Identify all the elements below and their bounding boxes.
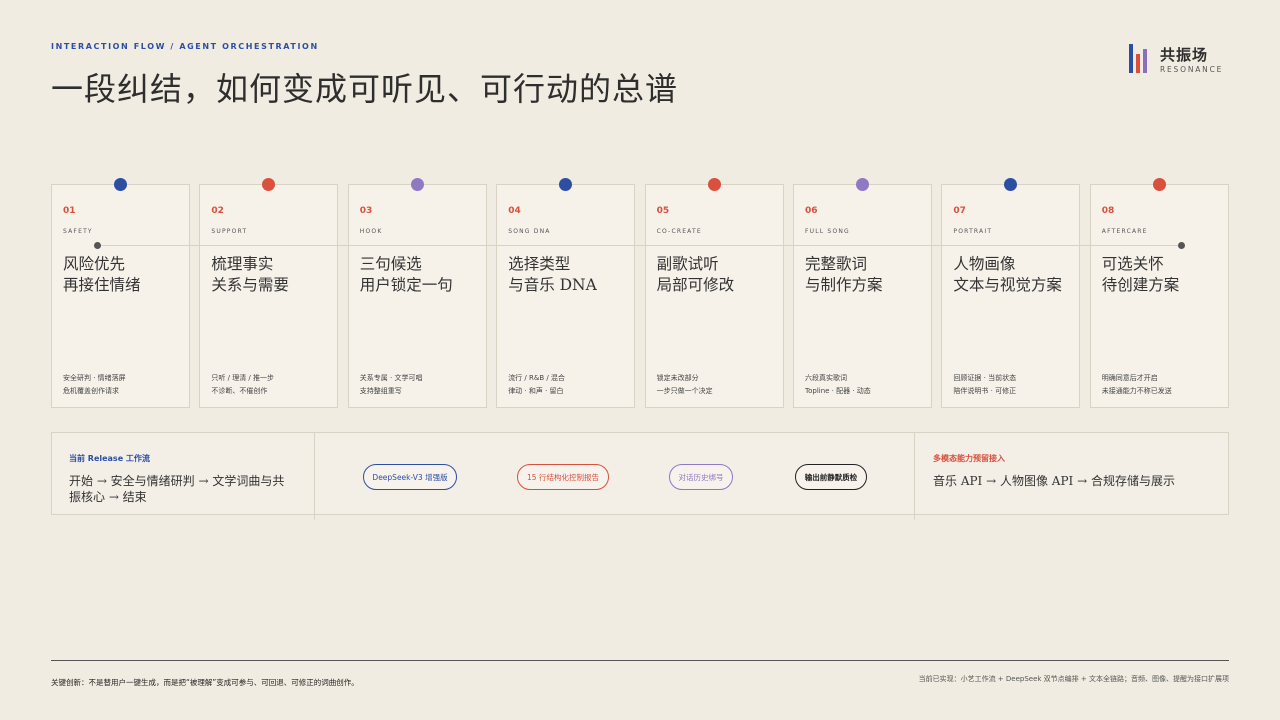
step-tag: FULL SONG bbox=[805, 228, 850, 235]
capability-pill: 输出前静默质检 bbox=[795, 464, 867, 490]
step-number: 05 bbox=[656, 206, 670, 216]
step-dot-icon bbox=[1152, 178, 1166, 191]
step-description: 六段真实歌词 Topline · 配器 · 动态 bbox=[805, 374, 871, 395]
footer-rule bbox=[51, 660, 1229, 661]
step-title: 副歌试听 局部可修改 bbox=[656, 255, 735, 294]
step-tag: HOOK bbox=[359, 228, 383, 235]
page-title: 一段纠结，如何变成可听见、可行动的总谱 bbox=[51, 70, 679, 108]
step-dot-icon bbox=[1004, 178, 1018, 191]
step-description: 只听 / 理清 / 推一步 不诊断、不催创作 bbox=[211, 374, 275, 395]
footer-key-innovation: 关键创新：不是替用户一键生成，而是把“被理解”变成可参与、可回退、可修正的词曲创… bbox=[51, 678, 359, 687]
step-title: 可选关怀 待创建方案 bbox=[1101, 255, 1180, 294]
step-tag: SAFETY bbox=[63, 228, 93, 235]
eyebrow-label: INTERACTION FLOW / AGENT ORCHESTRATION bbox=[51, 42, 319, 51]
step-description: 明确同意后才开启 未接通能力不称已发送 bbox=[1101, 374, 1172, 395]
step-title: 三句候选 用户锁定一句 bbox=[359, 255, 453, 294]
panel-divider-right bbox=[914, 433, 915, 520]
timeline-line bbox=[97, 245, 1182, 246]
multimodal-heading: 多模态能力预留接入 bbox=[933, 454, 1005, 463]
step-title: 风险优先 再接住情绪 bbox=[63, 255, 141, 294]
step-card: 02 SUPPORT 梳理事实 关系与需要只听 / 理清 / 推一步 不诊断、不催创作 bbox=[199, 178, 339, 408]
timeline-end-dot bbox=[1178, 242, 1185, 249]
step-title: 选择类型 与音乐 DNA bbox=[508, 255, 597, 294]
step-card: 01 SAFETY 风险优先 再接住情绪安全研判 · 情绪落屏 危机覆盖创作请求 bbox=[51, 178, 190, 408]
step-number: 08 bbox=[1101, 206, 1115, 216]
step-title: 人物画像 文本与视觉方案 bbox=[953, 255, 1062, 294]
logo-bars-icon bbox=[1129, 44, 1151, 73]
step-tag: SONG DNA bbox=[508, 228, 551, 235]
step-title: 梳理事实 关系与需要 bbox=[211, 255, 289, 294]
capability-pill: DeepSeek-V3 增强版 bbox=[363, 464, 457, 490]
step-title: 完整歌词 与制作方案 bbox=[805, 255, 883, 294]
step-description: 流行 / R&B / 混合 律动 · 和声 · 留白 bbox=[508, 374, 565, 395]
step-dot-icon bbox=[707, 178, 721, 191]
step-description: 关系专属 · 文学可唱 支持整组重写 bbox=[359, 374, 423, 395]
step-card: 04 SONG DNA 选择类型 与音乐 DNA 流行 / R&B / 混合 律动 · 和… bbox=[496, 178, 636, 408]
release-flow-text: 开始 → 安全与情绪研判 → 文学词曲与共 振核心 → 结束 bbox=[69, 474, 285, 504]
step-dot-icon bbox=[410, 178, 424, 191]
step-tag: CO-CREATE bbox=[656, 228, 702, 235]
multimodal-flow-text: 音乐 API → 人物图像 API → 合规存储与展示 bbox=[933, 474, 1175, 488]
step-tag: PORTRAIT bbox=[953, 228, 993, 235]
step-card: 08 AFTERCARE 可选关怀 待创建方案明确同意后才开启 未接通能力不称已发送 bbox=[1089, 178, 1229, 408]
step-dot-icon bbox=[114, 178, 127, 191]
step-description: 安全研判 · 情绪落屏 危机覆盖创作请求 bbox=[63, 374, 126, 395]
step-number: 02 bbox=[211, 206, 224, 216]
step-card: 03 HOOK 三句候选 用户锁定一句关系专属 · 文学可唱 支持整组重写 bbox=[347, 178, 487, 408]
step-tag: AFTERCARE bbox=[1101, 228, 1148, 235]
step-card: 06 FULL SONG 完整歌词 与制作方案六段真实歌词 Topline · 配器 ·… bbox=[793, 178, 932, 408]
step-dot-icon bbox=[559, 178, 573, 191]
step-dot-icon bbox=[856, 178, 869, 191]
capability-pill: 对话历史绑号 bbox=[669, 464, 733, 490]
step-number: 03 bbox=[359, 206, 373, 216]
step-description: 回顾证据 · 当前状态 陪伴说明书 · 可修正 bbox=[953, 374, 1017, 395]
workflow-panel: 当前 Release 工作流 开始 → 安全与情绪研判 → 文学词曲与共 振核心… bbox=[51, 432, 1229, 520]
step-description: 锁定未改部分 一步只做一个决定 bbox=[656, 374, 713, 395]
step-number: 06 bbox=[805, 206, 818, 216]
logo-name: 共振场 bbox=[1160, 46, 1209, 64]
panel-divider-left bbox=[314, 433, 315, 520]
step-card: 07 PORTRAIT 人物画像 文本与视觉方案回顾证据 · 当前状态 陪伴说明书 · … bbox=[941, 178, 1081, 408]
step-card: 05 CO-CREATE 副歌试听 局部可修改锁定未改部分 一步只做一个决定 bbox=[644, 178, 784, 408]
step-number: 04 bbox=[508, 206, 521, 216]
step-number: 01 bbox=[63, 206, 76, 216]
step-tag: SUPPORT bbox=[211, 228, 248, 235]
footer-implementation-note: 当前已实现：小艺工作流 + DeepSeek 双节点编排 + 文本全链路；音频、… bbox=[918, 675, 1229, 683]
release-heading: 当前 Release 工作流 bbox=[69, 454, 150, 463]
step-dot-icon bbox=[262, 178, 276, 191]
step-number: 07 bbox=[953, 206, 966, 216]
logo-subtitle: RESONANCE bbox=[1160, 65, 1224, 74]
capability-pill: 15 行结构化控制报告 bbox=[517, 464, 609, 490]
timeline-start-dot bbox=[94, 242, 101, 249]
brand-logo: 共振场 RESONANCE bbox=[1129, 44, 1239, 76]
